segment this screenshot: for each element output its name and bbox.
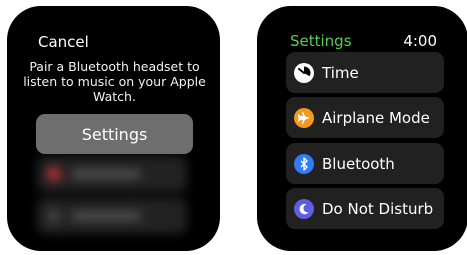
menu-item-time[interactable]: Time (286, 52, 444, 93)
watch-screen-bluetooth-prompt: Cancel Pair a Bluetooth headset to liste… (7, 6, 220, 251)
menu-item-bluetooth[interactable]: Bluetooth (286, 143, 444, 184)
bluetooth-icon (294, 153, 314, 174)
cancel-button[interactable]: Cancel (38, 33, 89, 51)
menu-item-label: Do Not Disturb (322, 199, 434, 218)
menu-item-label: Time (322, 63, 359, 82)
watch-screen-settings: Settings 4:00 Time Airplane Mode Bluetoo… (257, 6, 467, 251)
menu-item-airplane-mode[interactable]: Airplane Mode (286, 97, 444, 138)
status-time: 4:00 (403, 32, 437, 50)
moon-icon (294, 198, 314, 219)
bluetooth-message: Pair a Bluetooth headset to listen to mu… (23, 59, 206, 104)
page-title: Settings (290, 32, 352, 50)
clock-icon (294, 62, 314, 83)
menu-item-label: Bluetooth (322, 154, 395, 173)
menu-item-do-not-disturb[interactable]: Do Not Disturb (286, 188, 444, 229)
airplane-icon (294, 107, 314, 128)
settings-button[interactable]: Settings (36, 114, 193, 154)
menu-item-label: Airplane Mode (322, 108, 430, 127)
